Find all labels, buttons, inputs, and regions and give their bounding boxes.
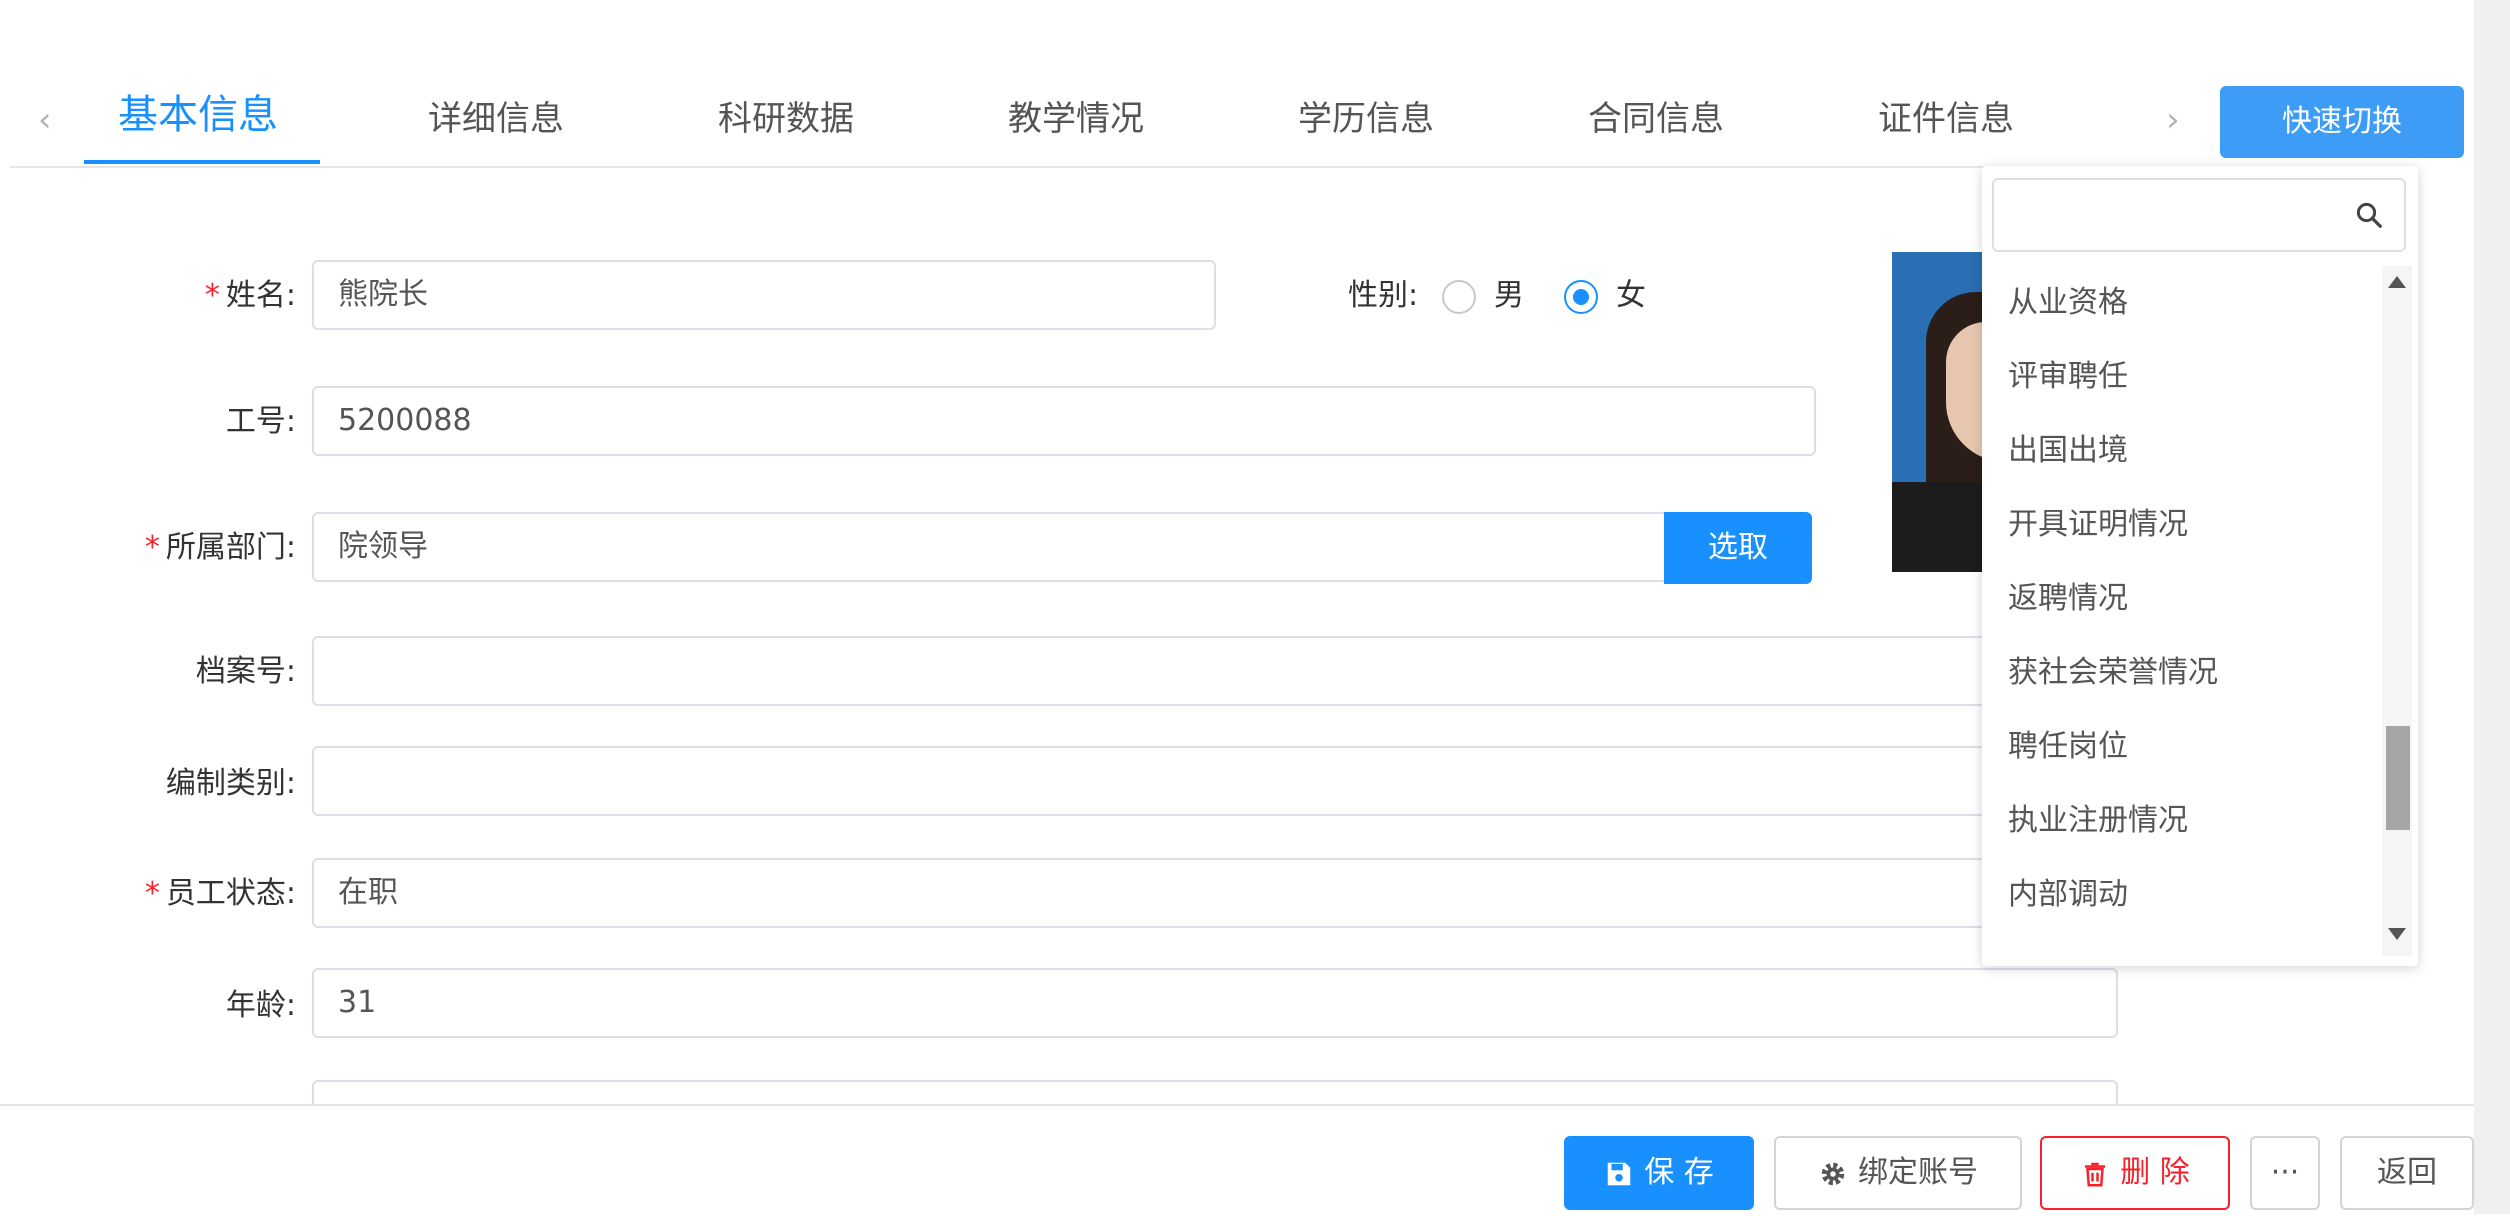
- page-scrollbar[interactable]: [2474, 0, 2510, 1214]
- tab-research-data[interactable]: 科研数据: [718, 94, 854, 144]
- status-input[interactable]: 在职: [312, 858, 1992, 928]
- dropdown-search-box[interactable]: [1992, 178, 2406, 252]
- gender-label: 性别:: [1348, 278, 1419, 313]
- dropdown-item[interactable]: 从业资格: [1982, 266, 2382, 340]
- quick-switch-button[interactable]: 快速切换: [2220, 86, 2464, 158]
- search-icon[interactable]: [2354, 200, 2384, 230]
- employee-no-input[interactable]: 5200088: [312, 386, 1816, 456]
- dropdown-item[interactable]: 聘任岗位: [1982, 710, 2382, 784]
- scroll-up-arrow-icon[interactable]: [2388, 276, 2406, 288]
- save-icon: [1607, 1162, 1631, 1185]
- quick-switch-dropdown: 从业资格 评审聘任 出国出境 开具证明情况 返聘情况 获社会荣誉情况 聘任岗位 …: [1982, 166, 2418, 966]
- scroll-thumb[interactable]: [2386, 726, 2410, 830]
- age-input[interactable]: 31: [312, 968, 2118, 1038]
- dropdown-item[interactable]: 出国出境: [1982, 414, 2382, 488]
- status-label: * 员工状态:: [144, 876, 296, 911]
- scroll-down-arrow-icon[interactable]: [2388, 928, 2406, 940]
- gear-icon: [1821, 1162, 1845, 1185]
- more-button[interactable]: ···: [2250, 1136, 2320, 1210]
- tab-certificate[interactable]: 证件信息: [1878, 94, 2014, 144]
- staffing-type-input[interactable]: [312, 746, 1992, 816]
- age-label: 年龄:: [225, 988, 296, 1023]
- tab-prev-arrow-icon[interactable]: ‹: [38, 100, 52, 140]
- trash-icon: [2085, 1162, 2106, 1186]
- dropdown-scrollbar[interactable]: [2382, 266, 2412, 956]
- tab-education[interactable]: 学历信息: [1298, 94, 1434, 144]
- staffing-type-label: 编制类别:: [165, 766, 296, 801]
- archive-no-input[interactable]: [312, 636, 1992, 706]
- name-input[interactable]: 熊院长: [312, 260, 1216, 330]
- dropdown-item[interactable]: 开具证明情况: [1982, 488, 2382, 562]
- department-label: * 所属部门:: [144, 530, 296, 565]
- dropdown-item[interactable]: 获社会荣誉情况: [1982, 636, 2382, 710]
- department-pick-button[interactable]: 选取: [1664, 512, 1812, 584]
- tab-teaching[interactable]: 教学情况: [1008, 94, 1144, 144]
- dropdown-search-input[interactable]: [1994, 180, 2350, 248]
- active-tab-indicator: [84, 160, 320, 164]
- gender-male-label: 男: [1494, 278, 1524, 313]
- back-button[interactable]: 返回: [2340, 1136, 2474, 1210]
- gender-female-label: 女: [1616, 278, 1646, 313]
- dropdown-item[interactable]: 返聘情况: [1982, 562, 2382, 636]
- archive-no-label: 档案号:: [195, 654, 296, 689]
- dropdown-item[interactable]: 评审聘任: [1982, 340, 2382, 414]
- delete-button[interactable]: 删 除: [2040, 1136, 2230, 1210]
- dropdown-list: 从业资格 评审聘任 出国出境 开具证明情况 返聘情况 获社会荣誉情况 聘任岗位 …: [1982, 266, 2382, 956]
- tab-detail-info[interactable]: 详细信息: [428, 94, 564, 144]
- dropdown-item[interactable]: 执业注册情况: [1982, 784, 2382, 858]
- tab-basic-info[interactable]: 基本信息: [118, 90, 278, 140]
- bind-account-button[interactable]: 绑定账号: [1774, 1136, 2022, 1210]
- avatar: [1892, 252, 1992, 572]
- save-button[interactable]: 保 存: [1564, 1136, 1754, 1210]
- dropdown-item[interactable]: 内部调动: [1982, 858, 2382, 932]
- gender-radio-female[interactable]: [1564, 280, 1598, 314]
- gender-radio-male[interactable]: [1442, 280, 1476, 314]
- department-input[interactable]: 院领导: [312, 512, 1668, 582]
- name-label: * 姓名:: [204, 278, 296, 313]
- employee-no-label: 工号:: [225, 404, 296, 439]
- tab-contract[interactable]: 合同信息: [1588, 94, 1724, 144]
- tab-next-arrow-icon[interactable]: ›: [2166, 100, 2180, 140]
